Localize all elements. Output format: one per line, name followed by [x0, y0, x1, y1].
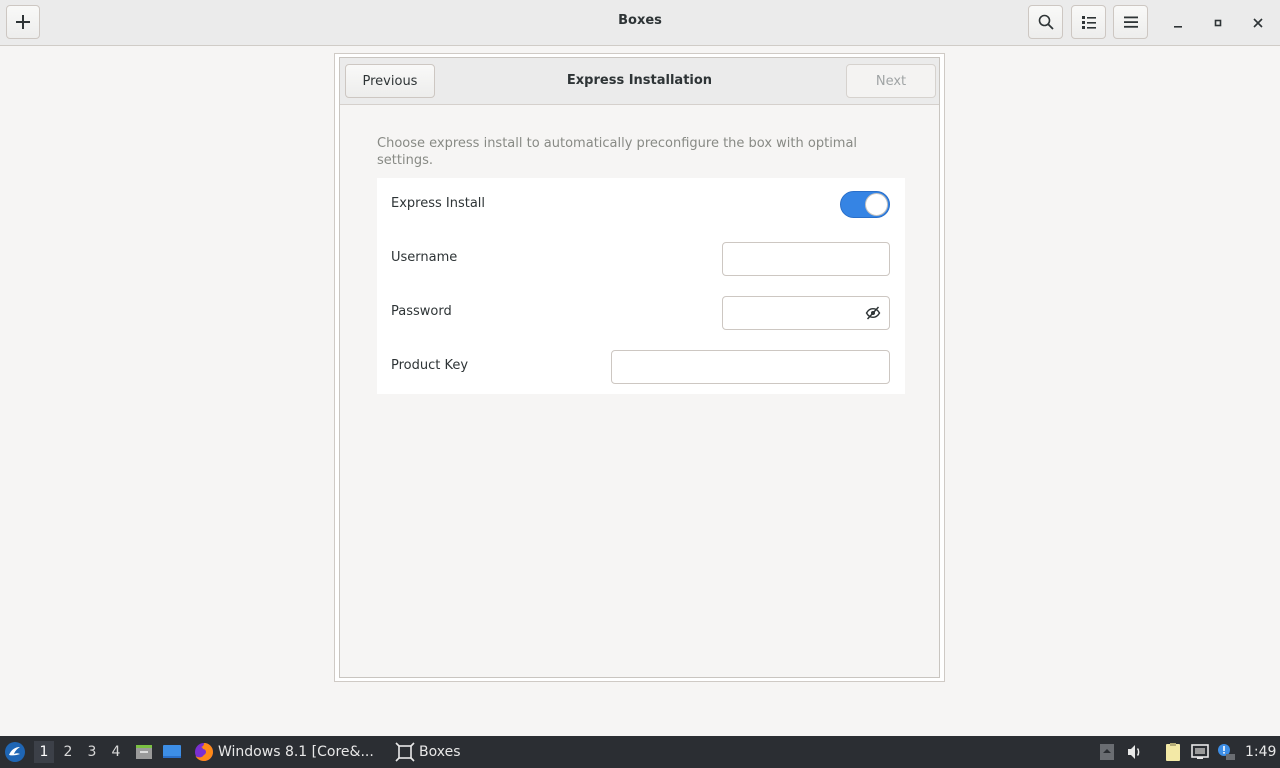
- product-key-field[interactable]: [611, 350, 890, 384]
- notification-tray[interactable]: [1216, 736, 1238, 768]
- volume-icon: [1128, 745, 1140, 759]
- header-bar: Boxes: [0, 0, 1280, 46]
- maximize-icon: [1214, 19, 1222, 27]
- task-label: Boxes: [419, 744, 461, 760]
- task-boxes[interactable]: Boxes: [395, 736, 465, 768]
- workspace-2[interactable]: 2: [58, 741, 78, 763]
- maximize-button[interactable]: [1207, 12, 1229, 34]
- next-button[interactable]: Next: [846, 64, 936, 98]
- username-label: Username: [391, 250, 458, 265]
- main-menu-button[interactable]: [1113, 5, 1148, 39]
- start-menu-button[interactable]: [4, 736, 28, 768]
- search-icon: [1038, 14, 1054, 30]
- tray-expander[interactable]: [1099, 736, 1117, 768]
- clipboard-icon: [1166, 743, 1180, 761]
- volume-control[interactable]: [1126, 736, 1146, 768]
- show-password-icon[interactable]: [865, 305, 881, 321]
- password-label: Password: [391, 304, 452, 319]
- clipboard-tray[interactable]: [1163, 736, 1185, 768]
- password-field[interactable]: [722, 296, 890, 330]
- list-view-icon: [1081, 16, 1096, 29]
- close-button[interactable]: [1247, 12, 1269, 34]
- minimize-icon: [1174, 26, 1182, 28]
- notification-icon: [1218, 744, 1235, 760]
- express-installation-dialog: Previous Express Installation Next Choos…: [334, 53, 945, 682]
- network-tray[interactable]: [1190, 736, 1212, 768]
- tray-arrow-icon: [1100, 744, 1114, 760]
- file-manager-icon: [136, 745, 152, 759]
- task-label: Windows 8.1 [Core&...: [218, 744, 374, 760]
- express-install-description: Choose express install to automatically …: [377, 136, 858, 168]
- dialog-header: Previous Express Installation Next: [340, 58, 939, 105]
- hamburger-menu-icon: [1123, 16, 1138, 28]
- express-install-label: Express Install: [391, 196, 486, 211]
- lxqt-logo-icon: [5, 742, 25, 762]
- taskbar: 1 2 3 4 Windows 8.1 [Core&... Boxes 1:49: [0, 736, 1280, 768]
- boxes-icon: [395, 742, 415, 762]
- express-install-switch[interactable]: [840, 191, 890, 218]
- workspace-3[interactable]: 3: [82, 741, 102, 763]
- network-icon: [1191, 744, 1209, 759]
- minimize-button[interactable]: [1167, 12, 1189, 34]
- product-key-label: Product Key: [391, 358, 469, 373]
- firefox-icon: [195, 743, 213, 761]
- search-button[interactable]: [1028, 5, 1063, 39]
- switch-knob: [865, 193, 888, 216]
- view-mode-button[interactable]: [1071, 5, 1106, 39]
- username-field[interactable]: [722, 242, 890, 276]
- file-manager-launcher[interactable]: [134, 736, 154, 768]
- show-desktop-launcher[interactable]: [162, 736, 184, 768]
- dialog-content: Previous Express Installation Next Choos…: [339, 57, 940, 678]
- workspace-4[interactable]: 4: [106, 741, 126, 763]
- clock[interactable]: 1:49: [1245, 736, 1279, 768]
- express-install-form: Express Install Username Password Produc…: [377, 178, 905, 394]
- workspace-1[interactable]: 1: [34, 741, 54, 763]
- desktop-icon: [163, 745, 181, 758]
- close-icon: [1253, 18, 1263, 28]
- task-windows-vm[interactable]: Windows 8.1 [Core&...: [194, 736, 376, 768]
